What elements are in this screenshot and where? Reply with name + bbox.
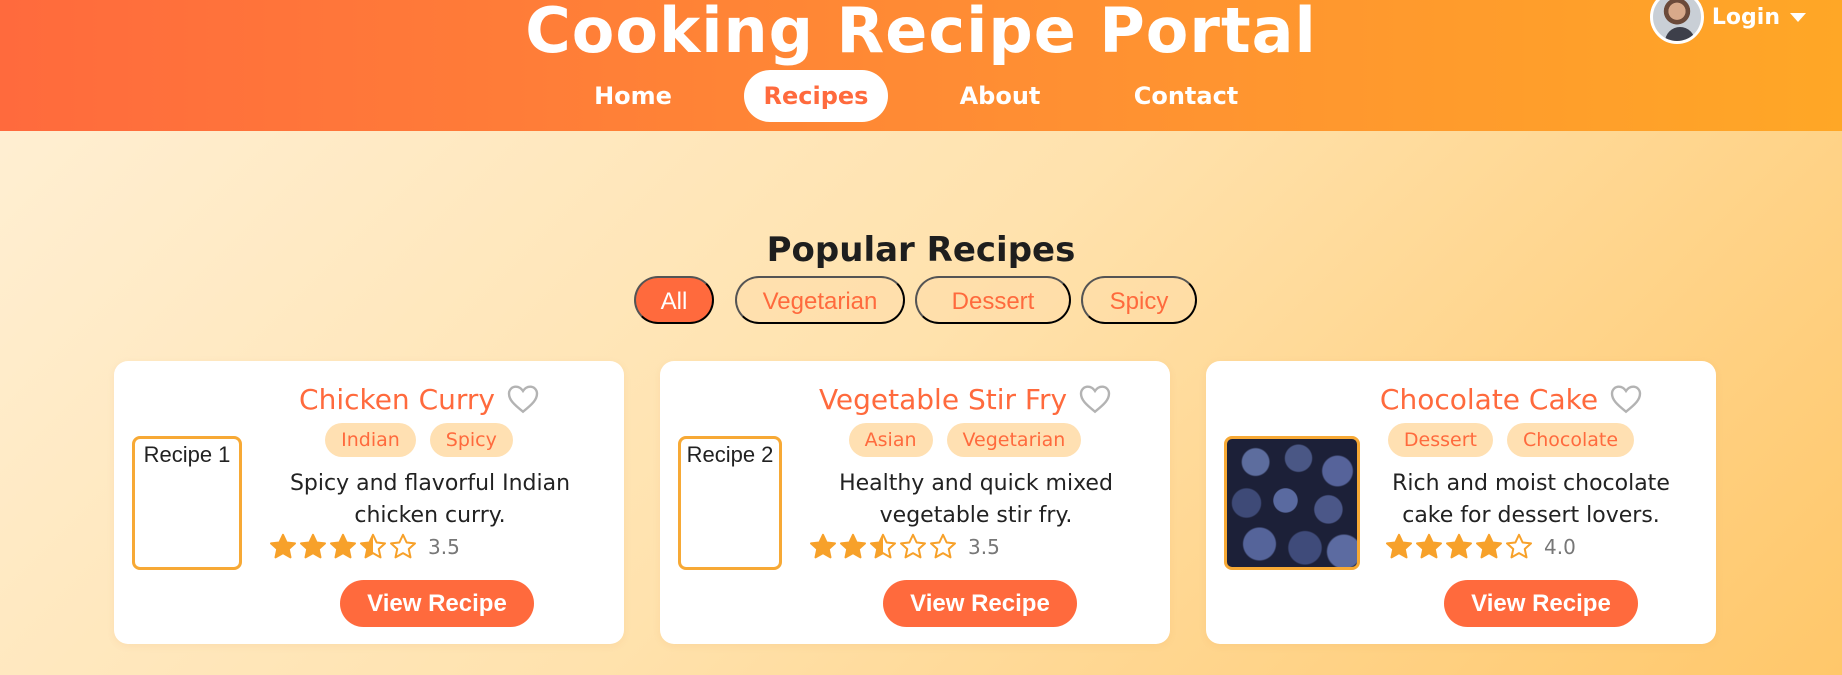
star-full-icon	[330, 533, 356, 559]
star-rating: 3.5	[808, 532, 1000, 562]
login-label: Login	[1711, 4, 1780, 30]
main-nav: Home Recipes About Contact	[0, 70, 1842, 122]
recipe-card: Chocolate Cake Dessert Chocolate Rich an…	[1206, 361, 1716, 644]
rating-stars	[1384, 532, 1534, 562]
heart-icon[interactable]	[1610, 384, 1642, 414]
star-outline-icon	[930, 533, 956, 559]
rating-stars	[268, 532, 418, 562]
recipe-tag: Asian	[848, 423, 933, 457]
star-full-icon	[1416, 533, 1442, 559]
rating-value: 3.5	[428, 535, 460, 559]
nav-recipes[interactable]: Recipes	[744, 70, 888, 122]
view-recipe-button[interactable]: View Recipe	[883, 580, 1077, 627]
star-full-icon	[270, 533, 296, 559]
star-half-icon	[870, 533, 896, 559]
filter-bar: All Vegetarian Dessert Spicy	[0, 276, 1842, 324]
heart-icon[interactable]	[507, 384, 539, 414]
nav-home[interactable]: Home	[578, 70, 688, 122]
star-outline-icon	[390, 533, 416, 559]
recipe-title: Chocolate Cake	[1379, 382, 1599, 416]
caret-down-icon	[1790, 12, 1806, 22]
star-full-icon	[810, 533, 836, 559]
recipe-tag: Spicy	[429, 423, 513, 457]
recipe-tag: Chocolate	[1507, 423, 1635, 457]
user-avatar	[1649, 0, 1704, 44]
recipe-description: Healthy and quick mixed vegetable stir f…	[839, 471, 1113, 528]
recipe-tag: Dessert	[1387, 423, 1493, 457]
star-full-icon	[1476, 533, 1502, 559]
section-title: Popular Recipes	[766, 230, 1076, 270]
star-rating: 4.0	[1384, 532, 1576, 562]
recipe-tag: Indian	[325, 423, 416, 457]
recipe-title: Vegetable Stir Fry	[818, 382, 1068, 416]
view-recipe-button[interactable]: View Recipe	[340, 580, 534, 627]
recipe-card: Recipe 1 Chicken Curry Indian Spicy Spic…	[114, 361, 624, 644]
star-full-icon	[840, 533, 866, 559]
nav-contact[interactable]: Contact	[1124, 70, 1248, 122]
login-dropdown[interactable]: Login	[1649, 0, 1806, 44]
rating-value: 3.5	[968, 535, 1000, 559]
site-title: Cooking Recipe Portal	[525, 0, 1317, 67]
view-recipe-button[interactable]: View Recipe	[1444, 580, 1638, 627]
nav-about[interactable]: About	[944, 70, 1056, 122]
recipe-card: Recipe 2 Vegetable Stir Fry Asian Vegeta…	[660, 361, 1170, 644]
star-outline-icon	[900, 533, 926, 559]
star-half-icon	[360, 533, 386, 559]
filter-vegetarian[interactable]: Vegetarian	[735, 276, 905, 324]
filter-spicy[interactable]: Spicy	[1081, 276, 1197, 324]
heart-icon[interactable]	[1079, 384, 1111, 414]
rating-value: 4.0	[1544, 535, 1576, 559]
star-full-icon	[1446, 533, 1472, 559]
star-outline-icon	[1506, 533, 1532, 559]
recipe-tag: Vegetarian	[946, 423, 1082, 457]
rating-stars	[808, 532, 958, 562]
recipe-description: Rich and moist chocolate cake for desser…	[1392, 471, 1670, 528]
star-full-icon	[300, 533, 326, 559]
recipe-description: Spicy and flavorful Indian chicken curry…	[289, 471, 571, 528]
star-full-icon	[1386, 533, 1412, 559]
site-header: Cooking Recipe Portal Home Recipes About…	[0, 0, 1842, 131]
recipe-title: Chicken Curry	[299, 382, 495, 416]
filter-dessert[interactable]: Dessert	[915, 276, 1071, 324]
filter-all[interactable]: All	[634, 276, 714, 324]
star-rating: 3.5	[268, 532, 460, 562]
